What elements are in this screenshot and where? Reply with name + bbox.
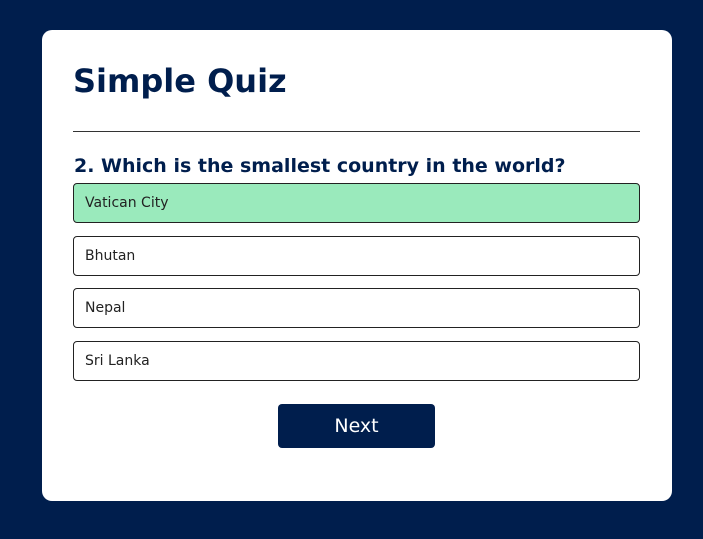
- answer-option-sri-lanka[interactable]: Sri Lanka: [73, 341, 640, 381]
- answer-option-bhutan[interactable]: Bhutan: [73, 236, 640, 276]
- title-divider: [73, 131, 640, 132]
- answer-option-vatican-city[interactable]: Vatican City: [73, 183, 640, 223]
- answer-option-nepal[interactable]: Nepal: [73, 288, 640, 328]
- question-text: 2. Which is the smallest country in the …: [74, 155, 566, 177]
- quiz-card: Simple Quiz 2. Which is the smallest cou…: [42, 30, 672, 501]
- quiz-title: Simple Quiz: [73, 62, 287, 100]
- next-button[interactable]: Next: [278, 404, 435, 448]
